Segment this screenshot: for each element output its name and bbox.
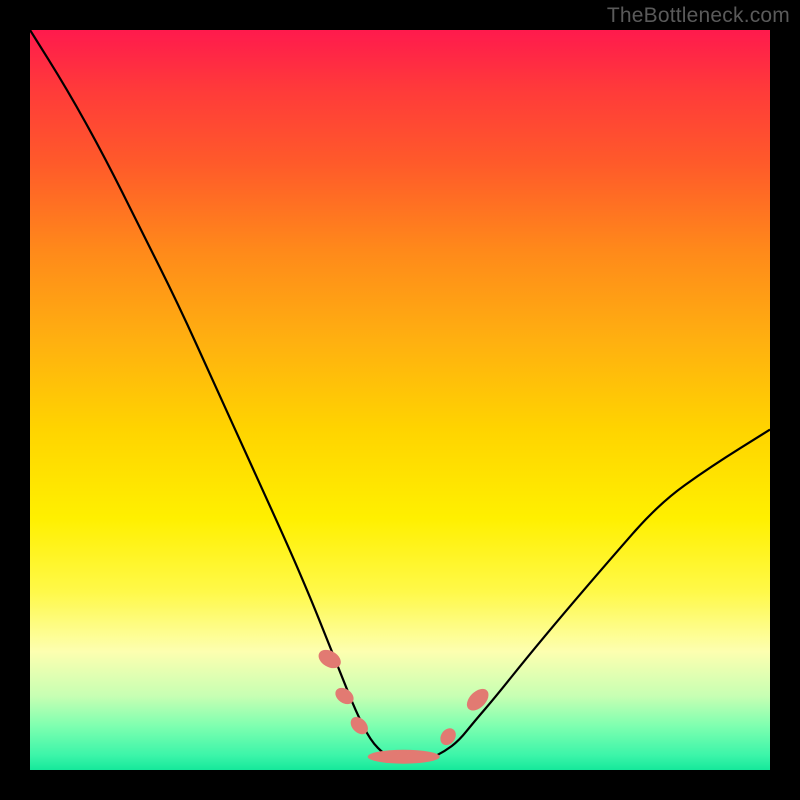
marker-right-upper — [463, 685, 493, 715]
gradient-plot-area — [30, 30, 770, 770]
marker-left-upper — [315, 646, 344, 672]
chart-frame: TheBottleneck.com — [0, 0, 800, 800]
chart-svg — [30, 30, 770, 770]
marker-trough-bar — [368, 750, 440, 764]
watermark-text: TheBottleneck.com — [607, 4, 790, 28]
marker-right-lower — [437, 725, 459, 748]
marker-group — [315, 646, 492, 764]
bottleneck-curve — [30, 30, 770, 761]
